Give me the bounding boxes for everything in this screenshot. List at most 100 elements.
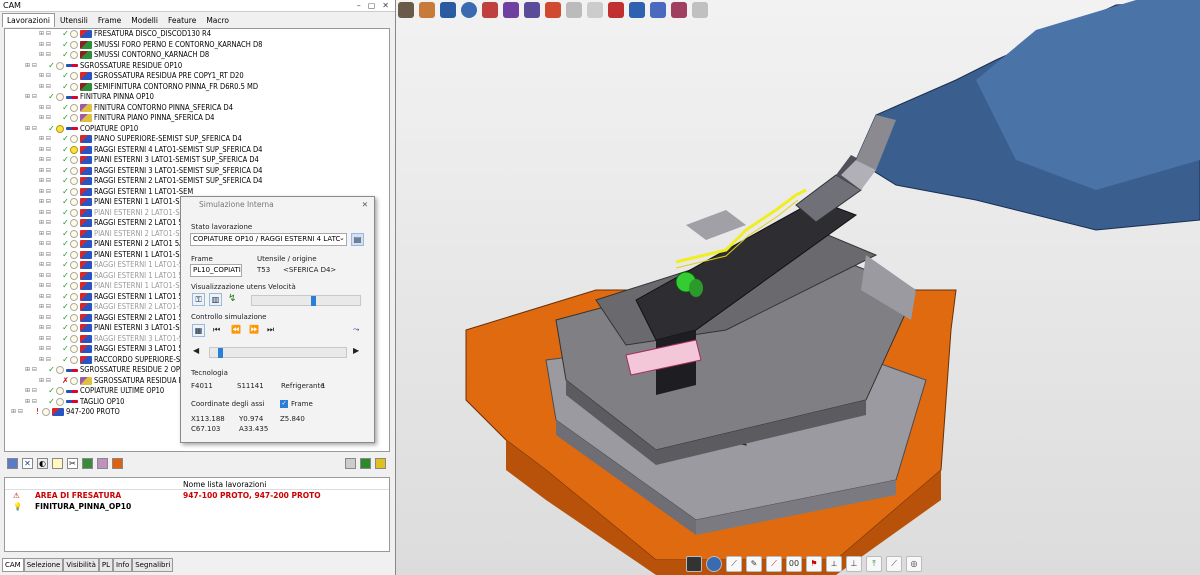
step-icon[interactable]: ⤳ <box>353 325 359 335</box>
bottom-tab-3[interactable]: PL <box>98 558 113 572</box>
bulb-icon[interactable] <box>70 208 78 217</box>
tree-row[interactable]: ⊞ ⊟ ✓ PIANO SUPERIORE-SEMIST SUP_SFERICA D… <box>5 134 389 145</box>
tree-row[interactable]: ⊞ ⊟ ✓ FINITURA PIANO PINNA_SFERICA D4 <box>5 113 389 124</box>
expand-icon[interactable]: ⊞ ⊟ <box>39 197 61 208</box>
bulb-icon[interactable] <box>70 145 78 154</box>
expand-icon[interactable]: ⊞ ⊟ <box>39 155 61 166</box>
expand-icon[interactable]: ⊞ ⊟ <box>25 386 47 397</box>
maximize-icon[interactable]: ▢ <box>368 0 376 11</box>
measure-icon[interactable]: ⟋ <box>766 556 782 572</box>
tab-modelli[interactable]: Modelli <box>126 13 163 27</box>
bulb-icon[interactable] <box>70 282 78 291</box>
sort-icon[interactable] <box>82 457 93 469</box>
bulb-icon[interactable] <box>70 355 78 364</box>
bottom-tab-5[interactable]: Segnalibri <box>132 558 174 572</box>
tree-row[interactable]: ⊞ ⊟ ✓ FINITURA PINNA OP10 <box>5 92 389 103</box>
expand-icon[interactable]: ⊞ ⊟ <box>39 134 61 145</box>
bulb-icon[interactable] <box>70 187 78 196</box>
tab-lavorazioni[interactable]: Lavorazioni <box>2 13 55 27</box>
bulb-icon[interactable] <box>56 397 64 406</box>
last-icon[interactable]: ⏭ <box>267 325 274 335</box>
record-icon[interactable]: ▦ <box>192 324 205 337</box>
bulb-icon[interactable] <box>70 271 78 280</box>
tree-row[interactable]: ⊞ ⊟ ✓ FINITURA CONTORNO PINNA_SFERICA D4 <box>5 103 389 114</box>
tab-feature[interactable]: Feature <box>163 13 201 27</box>
expand-icon[interactable]: ⊞ ⊟ <box>25 397 47 408</box>
axis-icon[interactable]: ⊥ <box>846 556 862 572</box>
next-arrow-icon[interactable]: ▶ <box>353 346 359 355</box>
tree-select-icon[interactable]: ▤ <box>351 233 364 246</box>
ruler-icon[interactable]: ⟋ <box>726 556 742 572</box>
chevron-down-icon[interactable]: ⌄ <box>339 234 345 242</box>
first-icon[interactable]: ⏮ <box>213 325 220 335</box>
bulb-icon[interactable] <box>70 156 78 165</box>
tool-view-icon[interactable]: ⚿ <box>192 293 205 306</box>
expand-icon[interactable]: ⊞ ⊟ <box>39 239 61 250</box>
expand-icon[interactable]: ⊞ ⊟ <box>11 407 33 418</box>
expand-icon[interactable]: ⊞ ⊟ <box>39 29 61 40</box>
bulb-icon[interactable] <box>70 30 78 39</box>
stato-select[interactable]: COPIATURE OP10 / RAGGI ESTERNI 4 LATC <box>190 233 347 246</box>
bulb-icon[interactable] <box>70 40 78 49</box>
bulb-icon[interactable] <box>70 376 78 385</box>
progress-thumb[interactable] <box>218 348 224 358</box>
tree-row[interactable]: ⊞ ⊟ ✓ COPIATURE OP10 <box>5 124 389 135</box>
layers-icon[interactable] <box>345 457 356 469</box>
expand-icon[interactable]: ⊞ ⊟ <box>39 40 61 51</box>
tree-row[interactable]: ⊞ ⊟ ✓ SMUSSI FORO PERNO E CONTORNO_KARNACH… <box>5 40 389 51</box>
expand-icon[interactable]: ⊞ ⊟ <box>25 124 47 135</box>
expand-icon[interactable]: ⊞ ⊟ <box>25 365 47 376</box>
delete-icon[interactable]: ✕ <box>22 457 33 469</box>
progress-slider[interactable] <box>209 347 347 358</box>
bottom-tab-4[interactable]: Info <box>112 558 133 572</box>
tab-utensili[interactable]: Utensili <box>55 13 93 27</box>
bulb-icon[interactable] <box>70 135 78 144</box>
bulb-icon[interactable] <box>56 387 64 396</box>
bottom-tab-2[interactable]: Visibilità <box>63 558 99 572</box>
bulb-icon[interactable] <box>70 82 78 91</box>
close-icon[interactable]: ✕ <box>362 197 368 212</box>
expand-icon[interactable]: ⊞ ⊟ <box>39 187 61 198</box>
tree-row[interactable]: ⊞ ⊟ ✓ SEMIFINITURA CONTORNO PINNA_FR D6R0.… <box>5 82 389 93</box>
expand-icon[interactable]: ⊞ ⊟ <box>39 292 61 303</box>
export-icon[interactable] <box>360 457 371 469</box>
expand-icon[interactable]: ⊞ ⊟ <box>39 281 61 292</box>
bulb-icon[interactable] <box>70 240 78 249</box>
bulb-icon[interactable] <box>70 324 78 333</box>
rewind-icon[interactable]: ⏪ <box>231 325 241 334</box>
expand-icon[interactable]: ⊞ ⊟ <box>39 302 61 313</box>
path-view-icon[interactable]: ↯ <box>228 293 236 304</box>
expand-icon[interactable]: ⊞ ⊟ <box>39 376 61 387</box>
frame-field[interactable]: PL10_COPIATI <box>190 264 242 277</box>
bulb-icon[interactable] <box>56 124 64 133</box>
expand-icon[interactable]: ⊞ ⊟ <box>39 260 61 271</box>
expand-icon[interactable]: ⊞ ⊟ <box>39 50 61 61</box>
tab-frame[interactable]: Frame <box>93 13 126 27</box>
visibility-icon[interactable]: ◐ <box>37 457 48 469</box>
bulb-icon[interactable] <box>70 72 78 81</box>
tree-row[interactable]: ⊞ ⊟ ✓ FRESATURA DISCO_DISCOD130 R4 <box>5 29 389 40</box>
expand-icon[interactable]: ⊞ ⊟ <box>39 176 61 187</box>
expand-icon[interactable]: ⊞ ⊟ <box>39 334 61 345</box>
expand-icon[interactable]: ⊞ ⊟ <box>39 145 61 156</box>
bottom-tab-0[interactable]: CAM <box>2 558 24 572</box>
flag-icon[interactable]: ⚑ <box>806 556 822 572</box>
close-icon[interactable]: ✕ <box>382 0 389 11</box>
bulb-icon[interactable] <box>70 313 78 322</box>
move-icon[interactable] <box>52 457 63 469</box>
expand-icon[interactable]: ⊞ ⊟ <box>39 218 61 229</box>
expand-icon[interactable]: ⊞ ⊟ <box>25 61 47 72</box>
bulb-icon[interactable] <box>70 250 78 259</box>
globe-icon[interactable] <box>706 556 722 572</box>
shade-icon[interactable] <box>686 556 702 572</box>
tree-row[interactable]: ⊞ ⊟ ✓ RAGGI ESTERNI 4 LATO1-SEMIST SUP_SFE… <box>5 145 389 156</box>
expand-icon[interactable]: ⊞ ⊟ <box>39 355 61 366</box>
expand-icon[interactable]: ⊞ ⊟ <box>39 208 61 219</box>
info-row[interactable]: 💡 FINITURA_PINNA_OP10 <box>5 501 389 512</box>
tree-row[interactable]: ⊞ ⊟ ✓ SGROSSATURA RESIDUA PRE COPY1_RT D20 <box>5 71 389 82</box>
tree-properties-icon[interactable] <box>7 457 18 469</box>
tree-row[interactable]: ⊞ ⊟ ✓ RAGGI ESTERNI 2 LATO1-SEMIST SUP_SFE… <box>5 176 389 187</box>
expand-icon[interactable]: ⊞ ⊟ <box>39 71 61 82</box>
expand-icon[interactable]: ⊞ ⊟ <box>39 166 61 177</box>
expand-icon[interactable]: ⊞ ⊟ <box>39 323 61 334</box>
